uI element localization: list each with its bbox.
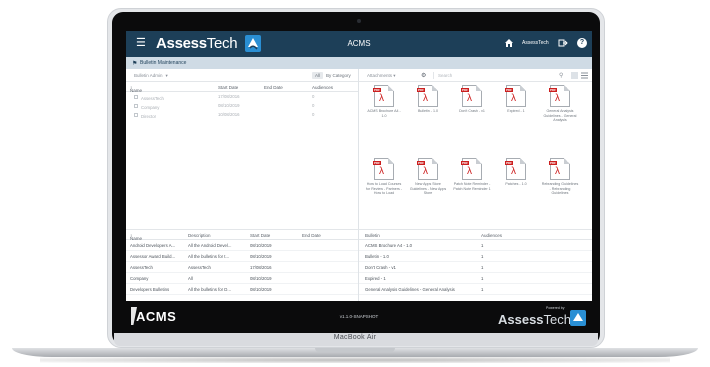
pdf-icon: PDF λ <box>505 158 526 180</box>
pdf-icon: PDF λ <box>461 158 482 180</box>
pdf-icon: PDF λ <box>549 85 570 107</box>
switch-user-icon[interactable] <box>558 38 568 48</box>
bulletin-audiences-table: Bulletin Audiences ACMS Brochure A4 - 1.… <box>359 229 592 301</box>
bulletins-table-header: Name ↕ Description Start Date End Date <box>126 230 358 241</box>
file-item[interactable]: PDF λ Rebranding Guidelines - Rebranding … <box>541 158 579 196</box>
app-footer: ACMS v1.1.0-SNAPSHOT Powered by AssessTe… <box>126 301 592 333</box>
pdf-icon: PDF λ <box>417 85 438 107</box>
file-item[interactable]: PDF λ General Analysis Guidelines - Gener… <box>541 85 579 123</box>
table-row[interactable]: ACMS Brochure A4 - 1.0 1 <box>359 240 592 251</box>
table-row[interactable]: Company 08/10/2019 0 <box>126 101 358 110</box>
audiences-table-header: Bulletin Audiences <box>359 230 592 240</box>
pdf-icon: PDF λ <box>373 85 394 107</box>
row-checkbox[interactable] <box>134 112 138 117</box>
file-item[interactable]: PDF λ Expired - 1 <box>497 85 535 114</box>
file-item[interactable]: PDF λ Don't Crash - v1 <box>453 85 491 114</box>
right-toolbar: Attachments ▾ ⚙ Search ⚲ <box>359 69 592 82</box>
bulletin-tree-panel: Bulletin Admin ▾ All By Category Name ↕ S… <box>126 69 359 229</box>
footer-brand: AssessTech <box>498 312 572 327</box>
file-item[interactable]: PDF λ New Apps Store Guidelines - New App… <box>409 158 447 196</box>
table-row[interactable]: AssessTech 17/08/2016 0 <box>126 92 358 101</box>
app-header: ☰ AssessTech ACMS AssessTech ? <box>126 31 592 57</box>
pdf-icon: PDF λ <box>505 85 526 107</box>
laptop-notch <box>315 348 395 352</box>
file-item[interactable]: PDF λ How to Load Courses for Review - Pa… <box>365 158 403 196</box>
col-audiences[interactable]: Audiences <box>481 233 502 238</box>
col-audiences[interactable]: Audiences <box>312 85 333 90</box>
file-item[interactable]: PDF λ Patches - 1.0 <box>497 158 535 187</box>
pdf-icon: PDF λ <box>461 85 482 107</box>
breadcrumb: ⚑ Bulletin Maintenance <box>126 57 592 69</box>
bulletin-icon: ⚑ <box>132 61 138 67</box>
table-row[interactable]: Don't Crash - v1 1 <box>359 262 592 273</box>
table-row[interactable]: Android Developers A... All the Android … <box>126 240 358 251</box>
file-item[interactable]: PDF λ ACMS Brochure A4 - 1.0 <box>365 85 403 118</box>
table-row[interactable]: Developers Bulletins All the bulletins f… <box>126 284 358 295</box>
model-label: MacBook Air <box>333 334 377 341</box>
table-row[interactable]: General Analysis Guidelines - General An… <box>359 284 592 295</box>
pdf-icon: PDF λ <box>417 158 438 180</box>
screen: ☰ AssessTech ACMS AssessTech ? ⚑ Bulleti… <box>126 31 592 333</box>
table-row[interactable]: Director 10/08/2016 0 <box>126 110 358 119</box>
help-icon[interactable]: ? <box>577 38 587 48</box>
row-checkbox[interactable] <box>134 103 138 108</box>
footer-brand-mark-icon <box>570 310 586 326</box>
powered-by-label: Powered by <box>546 306 565 310</box>
bulletin-admin-dropdown[interactable]: Bulletin Admin ▾ <box>134 73 168 79</box>
grid-view-icon[interactable] <box>571 72 578 79</box>
left-table-header: Name ↕ Start Date End Date Audiences <box>126 82 358 93</box>
col-end-date[interactable]: End Date <box>302 233 321 238</box>
col-start-date[interactable]: Start Date <box>218 85 238 90</box>
col-end-date[interactable]: End Date <box>264 85 283 90</box>
file-item[interactable]: PDF λ Bulletin - 1.0 <box>409 85 447 114</box>
home-icon[interactable] <box>504 38 514 48</box>
pdf-icon: PDF λ <box>549 158 570 180</box>
left-toolbar: Bulletin Admin ▾ All By Category <box>126 69 358 82</box>
gear-icon[interactable]: ⚙ <box>421 72 426 79</box>
attachments-dropdown[interactable]: Attachments ▾ <box>367 73 396 79</box>
file-item[interactable]: PDF λ Patch Note Reminder - Patch Note Re… <box>453 158 491 191</box>
search-input[interactable]: Search <box>433 72 573 79</box>
breadcrumb-label: Bulletin Maintenance <box>140 60 187 66</box>
row-checkbox[interactable] <box>134 94 138 99</box>
table-row[interactable]: Assessor Award Build... All the bulletin… <box>126 251 358 262</box>
search-icon[interactable]: ⚲ <box>559 72 563 79</box>
col-name[interactable]: Name ↕ <box>130 233 142 241</box>
bulletins-table: Name ↕ Description Start Date End Date A… <box>126 229 359 301</box>
col-name[interactable]: Name ↕ <box>130 85 142 93</box>
laptop-shadow <box>40 357 670 363</box>
col-bulletin[interactable]: Bulletin <box>365 233 380 238</box>
user-name[interactable]: AssessTech <box>522 40 549 46</box>
table-row[interactable]: Bulletin - 1.0 1 <box>359 251 592 262</box>
pdf-icon: PDF λ <box>373 158 394 180</box>
col-start-date[interactable]: Start Date <box>250 233 270 238</box>
all-button[interactable]: All <box>312 72 324 79</box>
col-description[interactable]: Description <box>188 233 211 238</box>
list-view-icon[interactable] <box>581 72 588 79</box>
table-row[interactable]: AssessTech AssessTech 17/08/2016 <box>126 262 358 273</box>
camera <box>357 19 361 23</box>
table-row[interactable]: Expired - 1 1 <box>359 273 592 284</box>
attachments-panel: Attachments ▾ ⚙ Search ⚲ PDF λ ACMS Broch… <box>359 69 592 229</box>
by-category-button[interactable]: By Category <box>326 73 351 78</box>
table-row[interactable]: Company All 08/10/2019 <box>126 273 358 284</box>
